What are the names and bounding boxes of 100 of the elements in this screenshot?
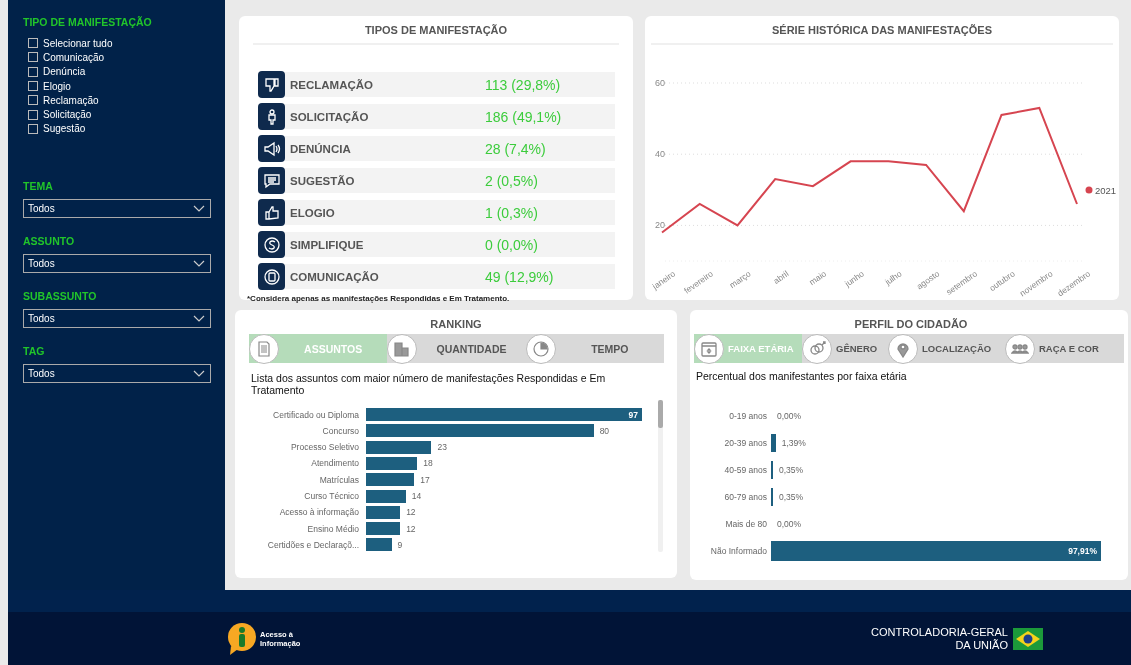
bar: [366, 522, 401, 536]
bar: [366, 538, 392, 552]
checkbox-option[interactable]: Sugestão: [28, 121, 211, 137]
type-count: 113 (29,8%): [485, 76, 561, 93]
bar: [771, 434, 776, 453]
type-label: RECLAMAÇÃO: [289, 78, 375, 91]
axis-label: 40: [655, 149, 665, 160]
value-label: 12: [405, 507, 416, 518]
bar: [366, 457, 418, 470]
buildings-icon: [387, 333, 418, 364]
type-count: 49 (12,9%): [485, 268, 554, 285]
axis-label: 20: [655, 220, 665, 231]
agency-name: CONTROLADORIA-GERAL DA UNIÃO: [871, 626, 1008, 651]
value-label: 0,35%: [778, 492, 804, 503]
checkbox-option[interactable]: Reclamação: [28, 93, 211, 108]
bar-label: Não Informado: [709, 546, 768, 557]
document-icon: [249, 333, 279, 364]
bar-label: 20-39 anos: [723, 438, 768, 449]
checkbox[interactable]: [28, 95, 38, 106]
checkbox[interactable]: [28, 81, 38, 92]
filter-label: ASSUNTO: [23, 235, 76, 248]
chevron-down-icon: [193, 370, 205, 378]
filter-label: TEMA: [23, 180, 54, 193]
card-title: TIPOS DE MANIFESTAÇÃO: [253, 24, 619, 45]
bar-label: Processo Seletivo: [289, 442, 360, 453]
type-label: SIMPLIFIQUE: [289, 238, 365, 251]
filter-label: TAG: [23, 345, 46, 358]
value-label: 17: [419, 474, 430, 485]
value-label: 14: [410, 491, 422, 502]
checkbox[interactable]: [28, 123, 38, 134]
bar-label: Acesso à informação: [278, 507, 360, 518]
type-count: 0 (0,0%): [485, 236, 538, 253]
bar-label: Concurso: [321, 425, 360, 436]
type-count: 186 (49,1%): [485, 108, 562, 125]
card-title: PERFIL DO CIDADÃO: [853, 318, 969, 332]
filter-title: TIPO DE MANIFESTAÇÃO: [23, 16, 153, 28]
bar-label: Matrículas: [318, 474, 360, 485]
checkbox-option[interactable]: Comunicação: [28, 50, 211, 65]
axis-label: 60: [655, 78, 665, 88]
dropdown[interactable]: Todos: [23, 364, 211, 384]
type-label: ELOGIO: [289, 206, 336, 219]
axis-label: maio: [807, 268, 829, 288]
checkbox-option[interactable]: Elogio: [28, 78, 211, 94]
chart-description: Lista dos assuntos com maior número de manifestações Respondidas e Em Tratamento: [251, 373, 607, 397]
info-icon: [227, 621, 257, 656]
value-label: 1,39%: [780, 438, 806, 449]
gender-icon: [802, 333, 832, 364]
checkbox-option[interactable]: Selecionar tudo: [28, 36, 211, 51]
bar-label: 40-59 anos: [723, 465, 768, 476]
bar: [366, 505, 401, 519]
scrollbar[interactable]: [658, 400, 663, 553]
value-label: 0,35%: [778, 465, 804, 476]
checkbox-option[interactable]: Denúncia: [28, 64, 211, 79]
type-label: SUGESTÃO: [289, 174, 356, 187]
value-label: 80: [598, 425, 610, 436]
type-count: 2 (0,5%): [485, 172, 538, 189]
bar-label: Mais de 80: [724, 519, 768, 530]
checkbox[interactable]: [28, 52, 38, 63]
type-count: 1 (0,3%): [485, 204, 538, 221]
clock-icon: [525, 333, 556, 364]
value-label: 18: [422, 458, 433, 469]
calendar-icon: [694, 333, 724, 364]
type-label: COMUNICAÇÃO: [289, 270, 380, 283]
bar: [366, 440, 432, 454]
bar-label: Certificado ou Diploma: [272, 409, 360, 420]
bar-label: 60-79 anos: [723, 492, 768, 503]
bar: [366, 473, 415, 487]
type-label: DENÚNCIA: [289, 142, 352, 155]
bar-label: Curso Técnico: [303, 491, 360, 502]
type-label: SOLICITAÇÃO: [289, 110, 370, 123]
axis-label: abril: [771, 268, 791, 286]
bar-label: 0-19 anos: [728, 411, 768, 422]
value-label: 12: [405, 523, 416, 534]
people-icon: [1005, 333, 1035, 364]
dropdown[interactable]: Todos: [23, 309, 211, 329]
footnote: *Considera apenas as manifestações Respondidas e Em Tratamento.: [247, 294, 511, 303]
dropdown[interactable]: Todos: [23, 254, 211, 274]
card-title: SÉRIE HISTÓRICA DAS MANIFESTAÇÕES: [651, 24, 1113, 45]
flag-icon: [1013, 627, 1043, 650]
card-title: RANKING: [429, 318, 483, 332]
checkbox-option[interactable]: Solicitação: [28, 107, 211, 122]
chevron-down-icon: [193, 315, 205, 323]
value-label: 97: [628, 409, 639, 420]
value-label: 9: [396, 539, 403, 550]
value-label: 0,00%: [776, 519, 802, 530]
value-label: 23: [436, 442, 447, 453]
dropdown[interactable]: Todos: [23, 199, 211, 219]
value-label: 0,00%: [776, 411, 802, 422]
bar-label: Ensino Médio: [306, 523, 360, 534]
checkbox[interactable]: [28, 66, 38, 77]
type-count: 28 (7,4%): [485, 140, 546, 157]
checkbox[interactable]: [28, 109, 38, 120]
legend-label: 2021: [1095, 185, 1117, 196]
chevron-down-icon: [193, 260, 205, 268]
chevron-down-icon: [193, 205, 205, 213]
bar: [366, 489, 406, 503]
bar-label: Atendimento: [310, 458, 360, 469]
value-label: 97,91%: [1068, 546, 1098, 557]
checkbox[interactable]: [28, 38, 38, 49]
bar-label: Certidões e Declaraçõ...: [266, 539, 360, 550]
